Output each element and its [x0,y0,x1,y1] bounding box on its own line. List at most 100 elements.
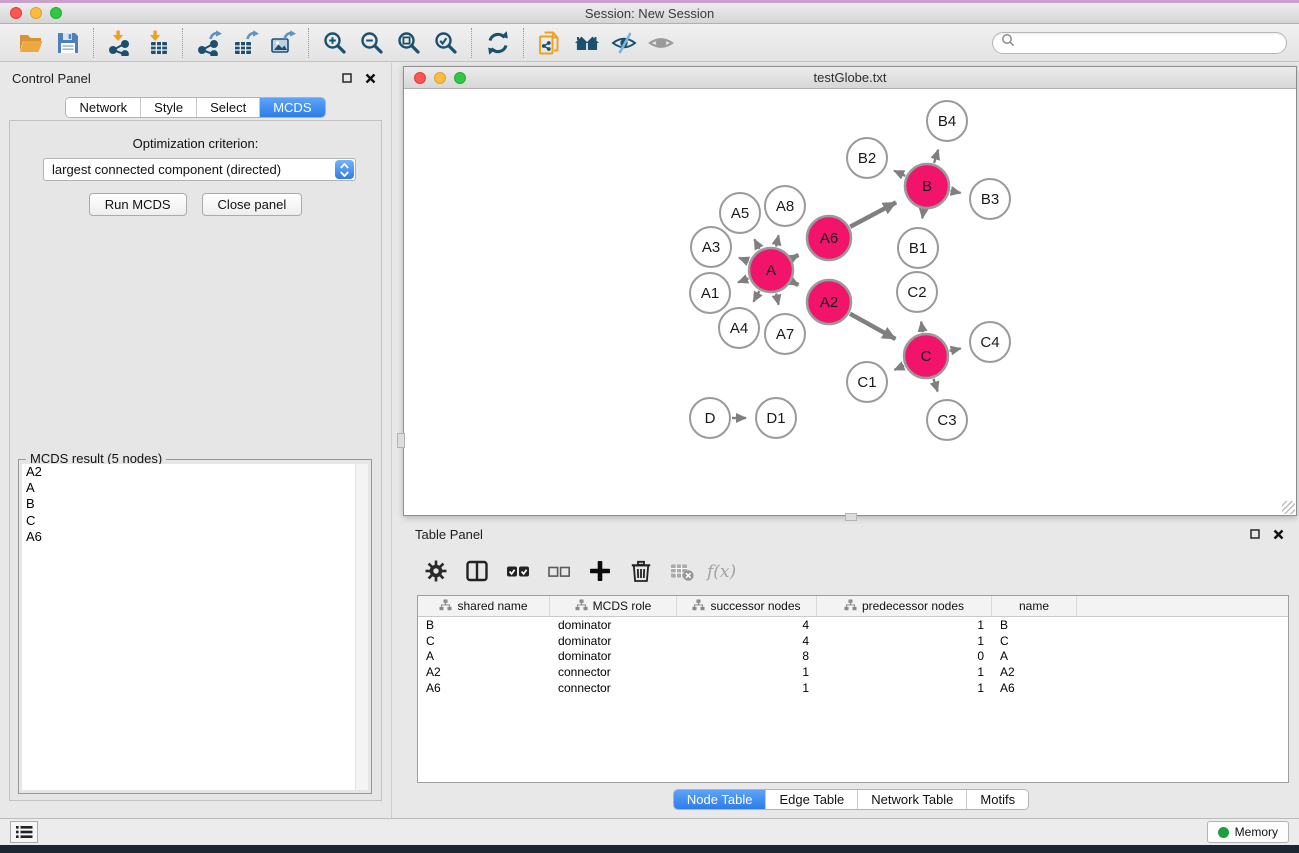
search-input[interactable] [1019,35,1278,50]
graph-edge-A-A4[interactable] [753,291,759,302]
tab-network[interactable]: Network [66,98,140,117]
run-mcds-button[interactable]: Run MCDS [89,193,187,216]
mcds-result-item[interactable]: C [22,513,368,529]
graph-edge-A-A6[interactable] [792,255,798,258]
graph-node-D[interactable]: D [690,398,730,438]
graph-node-A4[interactable]: A4 [719,308,759,348]
open-session-button[interactable] [12,27,49,59]
unselect-all-columns-button[interactable] [542,556,576,586]
refresh-layout-button[interactable] [479,27,516,59]
panel-splitter[interactable] [391,63,392,818]
graph-edge-A-A3[interactable] [739,258,749,262]
graph-node-B2[interactable]: B2 [847,138,887,178]
column-header-mcds-role[interactable]: MCDS role [550,596,677,616]
task-history-button[interactable] [10,821,38,843]
delete-columns-button[interactable] [624,556,658,586]
graph-node-C[interactable]: C [904,334,948,378]
duplicate-network-button[interactable] [531,27,568,59]
export-image-button[interactable] [264,27,301,59]
column-header-shared-name[interactable]: shared name [418,596,550,616]
graph-edge-A-A8[interactable] [776,235,778,246]
fullscreen-window-button[interactable] [50,7,62,19]
tab-node-table[interactable]: Node Table [674,790,766,809]
graph-node-A6[interactable]: A6 [807,216,851,260]
zoom-out-button[interactable] [353,27,390,59]
graph-edge-C-C4[interactable] [949,348,960,350]
graph-node-A5[interactable]: A5 [720,193,760,233]
graph-edge-A-A5[interactable] [754,239,759,249]
criterion-select[interactable]: largest connected component (directed) [43,158,356,181]
table-row[interactable]: A2connector11A2 [418,664,1288,680]
graph-edge-A-A1[interactable] [738,278,748,282]
graph-edge-B-B2[interactable] [894,171,905,176]
column-header-predecessor-nodes[interactable]: predecessor nodes [817,596,992,616]
close-window-button[interactable] [414,72,426,84]
network-window-titlebar[interactable]: testGlobe.txt [404,67,1296,89]
table-row[interactable]: Adominator80A [418,649,1288,665]
graph-edge-B-B3[interactable] [951,191,961,193]
table-row[interactable]: A6connector11A6 [418,680,1288,696]
graph-node-B4[interactable]: B4 [927,101,967,141]
graph-node-C2[interactable]: C2 [897,272,937,312]
graph-node-B3[interactable]: B3 [970,179,1010,219]
fullscreen-window-button[interactable] [454,72,466,84]
table-row[interactable]: Cdominator41C [418,633,1288,649]
graph-edge-C-C3[interactable] [933,379,937,392]
mcds-result-item[interactable]: A [22,480,368,496]
zoom-fit-button[interactable] [390,27,427,59]
graph-edge-A-A7[interactable] [776,293,778,304]
column-header-successor-nodes[interactable]: successor nodes [677,596,817,616]
zoom-selected-button[interactable] [427,27,464,59]
result-list-scrollbar[interactable] [355,464,368,790]
canvas-left-handle[interactable] [397,433,405,448]
memory-button[interactable]: Memory [1207,821,1289,843]
export-network-button[interactable] [190,27,227,59]
mcds-result-item[interactable]: A6 [22,529,368,545]
close-panel-icon[interactable] [362,70,379,86]
network-canvas[interactable]: B4B2BB3A8A5A6B1A3AA1C2A2A4A7C4CC1C3DD1 [404,89,1296,515]
select-all-columns-button[interactable] [501,556,535,586]
graph-edge-C-C1[interactable] [894,366,904,370]
graph-edge-A-A2[interactable] [792,282,798,285]
minimize-window-button[interactable] [434,72,446,84]
close-panel-button[interactable]: Close panel [202,193,303,216]
float-panel-icon[interactable] [338,70,355,86]
graph-node-A[interactable]: A [749,248,793,292]
tab-select[interactable]: Select [196,98,259,117]
first-neighbors-button[interactable] [568,27,605,59]
graph-node-A8[interactable]: A8 [765,186,805,226]
graph-edge-B-B1[interactable] [922,210,923,219]
graph-node-B1[interactable]: B1 [898,228,938,268]
table-row[interactable]: Bdominator41B [418,617,1288,633]
save-session-button[interactable] [49,27,86,59]
zoom-in-button[interactable] [316,27,353,59]
search-field[interactable] [992,32,1287,54]
create-column-button[interactable] [583,556,617,586]
mcds-result-item[interactable]: A2 [22,464,368,480]
canvas-bottom-handle[interactable] [845,513,857,521]
graph-edge-B-B4[interactable] [934,150,938,163]
graph-edge-A6-B[interactable] [850,202,896,226]
graph-node-C1[interactable]: C1 [847,362,887,402]
import-table-button[interactable] [138,27,175,59]
graph-node-C3[interactable]: C3 [927,400,967,440]
graph-edge-A2-C[interactable] [850,314,895,339]
close-window-button[interactable] [10,7,22,19]
table-mode-gear-button[interactable] [419,556,453,586]
graph-edge-C-C2[interactable] [921,322,922,333]
graph-node-D1[interactable]: D1 [756,398,796,438]
window-resize-grip[interactable] [1282,501,1295,514]
close-panel-icon[interactable] [1270,526,1287,542]
tab-mcds[interactable]: MCDS [259,98,324,117]
hide-selected-button[interactable] [605,27,642,59]
minimize-window-button[interactable] [30,7,42,19]
graph-node-B[interactable]: B [905,164,949,208]
graph-node-A3[interactable]: A3 [691,227,731,267]
tab-network-table[interactable]: Network Table [857,790,966,809]
graph-node-A1[interactable]: A1 [690,273,730,313]
column-header-name[interactable]: name [992,596,1077,616]
export-table-button[interactable] [227,27,264,59]
import-network-button[interactable] [101,27,138,59]
tab-edge-table[interactable]: Edge Table [765,790,857,809]
tab-style[interactable]: Style [140,98,196,117]
